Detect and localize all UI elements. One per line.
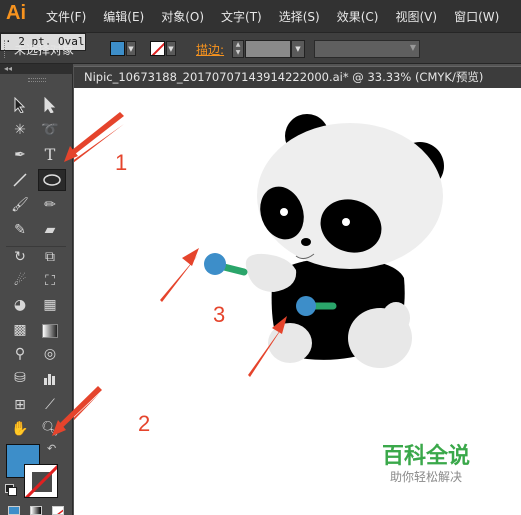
document-tab[interactable]: Nipic_10673188_20170707143914222000.ai* …: [74, 66, 521, 88]
color-mode-button[interactable]: [8, 506, 20, 515]
menu-effect[interactable]: 效果(C): [337, 8, 379, 25]
paintbrush-tool-icon[interactable]: 🖌: [8, 194, 32, 216]
default-colors-icon[interactable]: [5, 484, 17, 496]
selection-status: 未选择对象: [14, 43, 75, 57]
rotate-tool-icon[interactable]: ↻: [8, 246, 32, 268]
app-logo: Ai: [6, 2, 26, 24]
pen-tool-icon[interactable]: ✒: [8, 144, 32, 166]
panda-nose: [301, 238, 311, 246]
artboard-canvas[interactable]: 1 2 3 百科全说 助你轻松解决: [74, 88, 521, 515]
chevron-down-icon: ▼: [409, 43, 416, 52]
menu-view[interactable]: 视图(V): [395, 8, 437, 25]
menu-edit[interactable]: 编辑(E): [103, 8, 144, 25]
menu-type[interactable]: 文字(T): [221, 8, 262, 25]
none-mode-button[interactable]: [52, 506, 64, 515]
hand-tool-icon[interactable]: ✋: [8, 418, 32, 440]
blue-ball-1: [204, 253, 226, 275]
stroke-dropdown-icon[interactable]: ▼: [166, 41, 176, 56]
control-bar: 未选择对象 ▼ ▼ 描边: ▲ ▼ ▼ ▼ · 2 pt. Oval: [0, 32, 521, 64]
eyedropper-tool-icon[interactable]: ⚲: [8, 343, 32, 365]
stroke-weight-stepper[interactable]: ▲ ▼: [232, 40, 244, 58]
warp-tool-icon[interactable]: ☄: [8, 270, 32, 292]
menu-select[interactable]: 选择(S): [279, 8, 320, 25]
shape-builder-tool-icon[interactable]: ◕: [8, 294, 32, 316]
none-stroke-icon: [151, 42, 164, 55]
main-menu: 文件(F) 编辑(E) 对象(O) 文字(T) 选择(S) 效果(C) 视图(V…: [46, 0, 516, 32]
fill-dropdown-icon[interactable]: ▼: [126, 41, 136, 56]
gradient-mode-button[interactable]: [30, 506, 42, 515]
menu-file[interactable]: 文件(F): [46, 8, 86, 25]
panda-right-eye: [342, 218, 350, 226]
watermark-title: 百科全说: [382, 444, 471, 469]
variable-width-profile[interactable]: ▼: [314, 40, 420, 58]
panda-right-foot: [382, 302, 410, 334]
panda-left-arm: [245, 253, 297, 292]
mesh-tool-icon[interactable]: ▩: [8, 319, 32, 341]
stroke-weight-input[interactable]: [245, 40, 291, 58]
document-tab-bar: Nipic_10673188_20170707143914222000.ai* …: [74, 64, 521, 88]
menu-object[interactable]: 对象(O): [161, 8, 204, 25]
symbol-sprayer-tool-icon[interactable]: ⛁: [8, 367, 32, 389]
tools-panel-collapse[interactable]: ◂◂: [0, 64, 73, 74]
annotation-number-3: 3: [213, 302, 226, 327]
control-bar-grip[interactable]: [4, 40, 8, 58]
blob-brush-tool-icon[interactable]: ✎: [8, 219, 32, 241]
tools-panel-grip[interactable]: [28, 78, 46, 82]
blue-ball-2: [296, 296, 316, 316]
stroke-color-swatch[interactable]: [150, 41, 165, 56]
magic-wand-tool-icon[interactable]: ✳: [8, 119, 32, 141]
selection-tool-icon[interactable]: [8, 94, 32, 116]
menu-window[interactable]: 窗口(W): [454, 8, 499, 25]
arrow-overlay: [52, 112, 124, 436]
watermark-subtitle: 助你轻松解决: [390, 470, 463, 484]
stroke-label[interactable]: 描边:: [196, 41, 224, 58]
line-segment-tool-icon[interactable]: [8, 169, 32, 191]
artboard-tool-icon[interactable]: ⊞: [8, 394, 32, 416]
arrow-to-ellipse-tool: [67, 112, 124, 158]
panda-left-eye: [280, 208, 288, 216]
stroke-weight-dropdown-icon[interactable]: ▼: [291, 40, 305, 58]
menu-bar: Ai 文件(F) 编辑(E) 对象(O) 文字(T) 选择(S) 效果(C) 视…: [0, 0, 521, 32]
fill-color-swatch[interactable]: [110, 41, 125, 56]
